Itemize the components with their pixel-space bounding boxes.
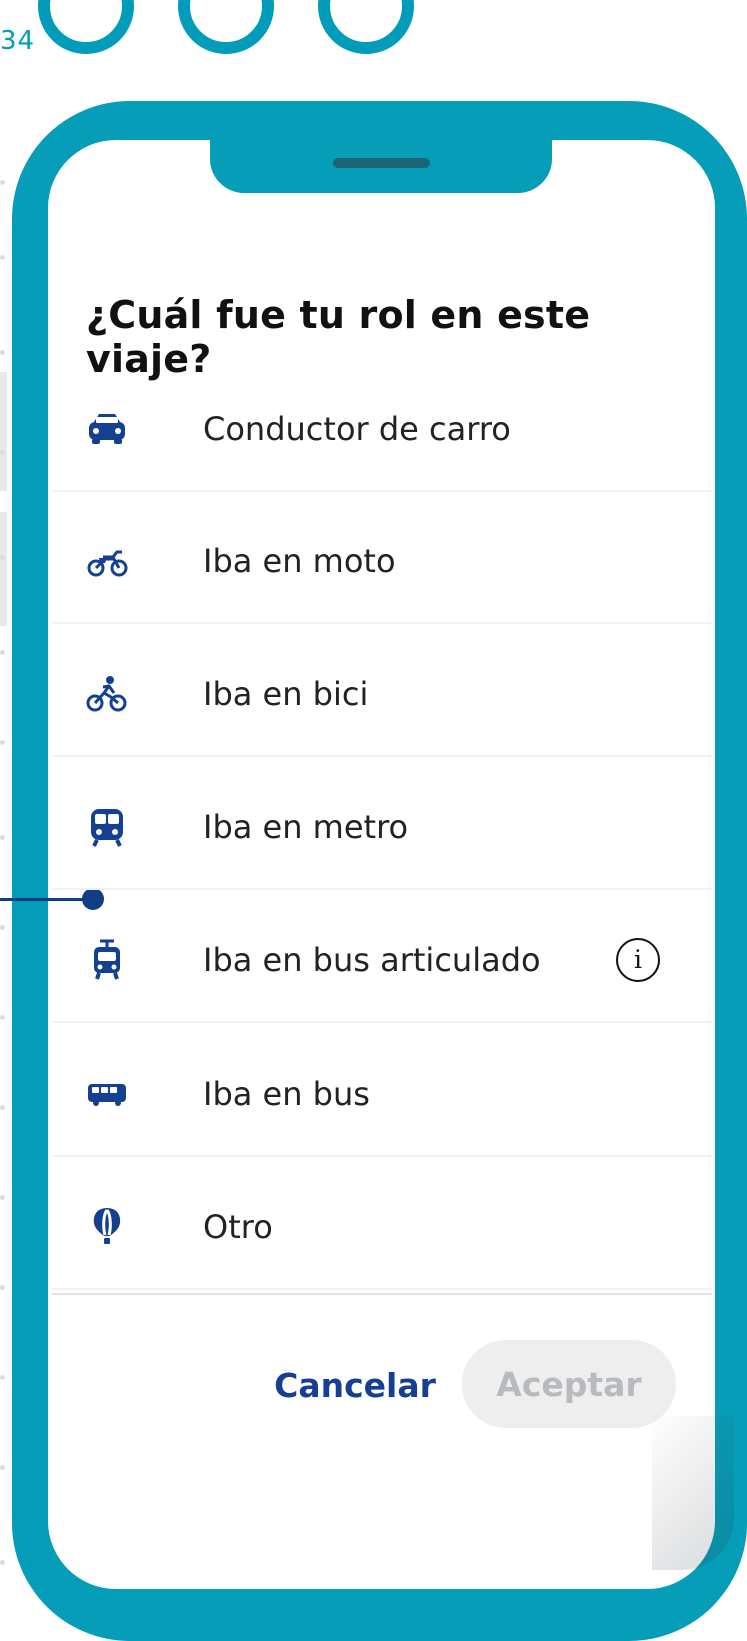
option-label: Iba en bus — [203, 1074, 370, 1113]
info-icon[interactable]: i — [616, 937, 660, 982]
decorative-ring-middle — [178, 0, 274, 54]
option-label: Iba en bus articulado — [203, 940, 541, 979]
option-conductor-de-carro[interactable]: Conductor de carro — [52, 367, 712, 492]
option-label: Conductor de carro — [203, 409, 511, 448]
option-iba-en-bici[interactable]: Iba en bici — [52, 632, 712, 757]
option-label: Iba en bici — [203, 674, 369, 713]
background-dots — [0, 160, 8, 1619]
corner-number: 34 — [0, 26, 36, 56]
accept-button[interactable]: Aceptar — [462, 1340, 676, 1428]
bicycle-icon — [86, 673, 128, 715]
motorcycle-icon — [86, 540, 128, 582]
option-iba-en-bus-articulado[interactable]: Iba en bus articulado i — [52, 898, 712, 1023]
bus-icon — [86, 1073, 128, 1115]
decorative-ring-left — [38, 0, 134, 54]
option-iba-en-moto[interactable]: Iba en moto — [52, 499, 712, 624]
option-iba-en-metro[interactable]: Iba en metro — [52, 765, 712, 890]
car-icon — [86, 408, 128, 450]
option-label: Iba en moto — [203, 541, 396, 580]
option-iba-en-bus[interactable]: Iba en bus — [52, 1032, 712, 1157]
articulated-bus-icon — [86, 939, 128, 981]
option-label: Otro — [203, 1207, 273, 1246]
phone-speaker — [333, 158, 430, 168]
dialog-divider — [52, 1293, 712, 1295]
balloon-icon — [86, 1206, 128, 1248]
decorative-ring-right — [318, 0, 414, 54]
cancel-button[interactable]: Cancelar — [274, 1355, 436, 1415]
metro-icon — [86, 806, 128, 848]
option-otro[interactable]: Otro — [52, 1165, 712, 1290]
phone-shadow — [652, 1416, 734, 1570]
option-label: Iba en metro — [203, 807, 409, 846]
